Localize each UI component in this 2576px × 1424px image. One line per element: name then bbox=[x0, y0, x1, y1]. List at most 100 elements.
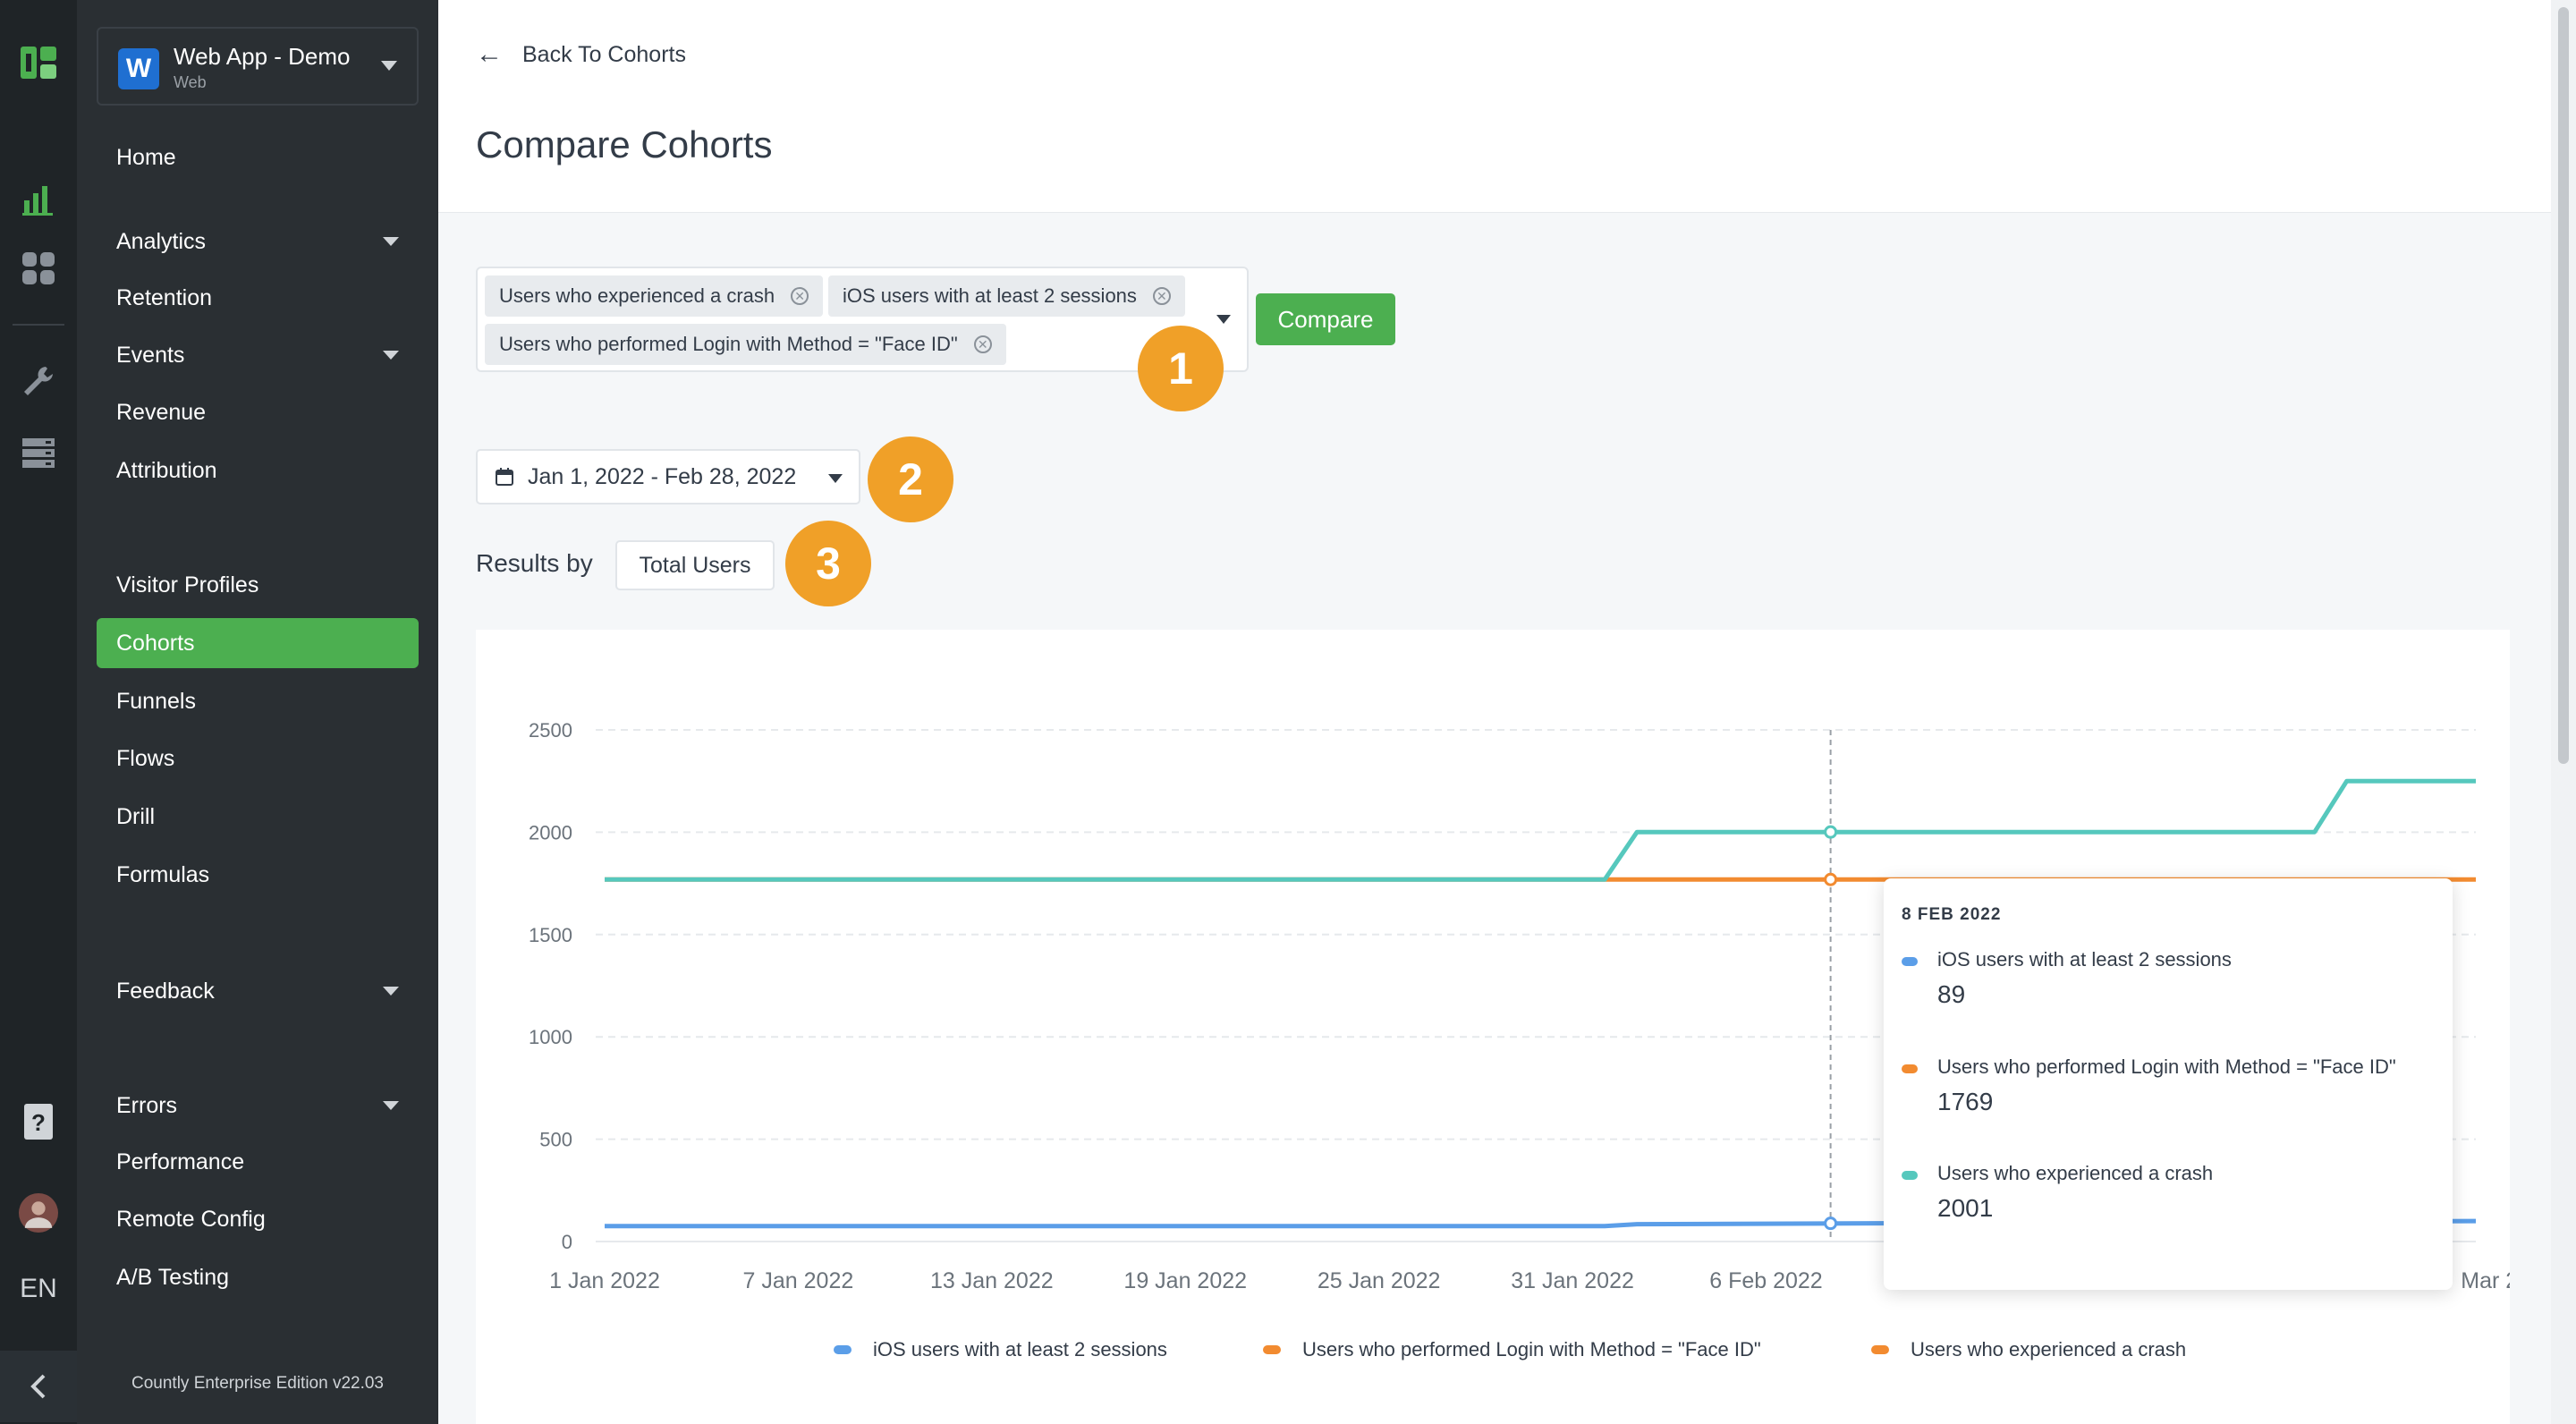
analytics-chart-icon[interactable] bbox=[19, 179, 58, 218]
scrollbar-thumb[interactable] bbox=[2558, 7, 2569, 764]
sidebar: W Web App - Demo Web Home Analytics Rete… bbox=[77, 0, 438, 1424]
x-tick-label: 1 Jan 2022 bbox=[549, 1268, 660, 1293]
language-selector[interactable]: EN bbox=[0, 1274, 77, 1304]
cohort-chip: iOS users with at least 2 sessions ✕ bbox=[828, 275, 1185, 317]
y-tick-label: 0 bbox=[562, 1231, 572, 1253]
tooltip-row-label: iOS users with at least 2 sessions bbox=[1937, 948, 2232, 971]
sidebar-item-label: Errors bbox=[116, 1092, 178, 1118]
back-link[interactable]: ← Back To Cohorts bbox=[476, 39, 686, 70]
page-header: ← Back To Cohorts Compare Cohorts bbox=[438, 0, 2551, 213]
sidebar-item-retention[interactable]: Retention bbox=[97, 273, 419, 323]
hover-point bbox=[1824, 872, 1838, 886]
step-badge-2: 2 bbox=[868, 437, 953, 522]
back-link-label: Back To Cohorts bbox=[522, 41, 686, 67]
help-document-icon[interactable]: ? bbox=[19, 1102, 58, 1141]
sidebar-item-flows[interactable]: Flows bbox=[97, 733, 419, 784]
compare-button[interactable]: Compare bbox=[1256, 293, 1395, 345]
remove-chip-icon[interactable]: ✕ bbox=[791, 287, 809, 305]
chart-tooltip: 8 FEB 2022 iOS users with at least 2 ses… bbox=[1884, 878, 2453, 1290]
results-by-label: Results by bbox=[476, 549, 593, 577]
legend-item[interactable]: iOS users with at least 2 sessions bbox=[834, 1336, 1167, 1363]
series-color-dot bbox=[1902, 957, 1918, 966]
chevron-down-icon bbox=[383, 351, 399, 360]
chevron-down-icon bbox=[381, 61, 397, 71]
chevron-down-icon bbox=[383, 237, 399, 246]
chevron-down-icon bbox=[383, 1101, 399, 1110]
sidebar-item-label: Home bbox=[116, 144, 176, 170]
legend-color-dot bbox=[1871, 1345, 1889, 1354]
y-tick-label: 1000 bbox=[529, 1026, 572, 1048]
tooltip-row-value: 2001 bbox=[1937, 1194, 1994, 1222]
tooltip-row-value: 1769 bbox=[1937, 1088, 1994, 1115]
chevron-down-icon bbox=[828, 474, 843, 483]
cohort-multiselect[interactable]: Users who experienced a crash ✕ iOS user… bbox=[476, 267, 1249, 372]
x-tick-label: 25 Jan 2022 bbox=[1318, 1268, 1441, 1293]
legend-item[interactable]: Users who experienced a crash bbox=[1871, 1336, 2186, 1363]
sidebar-item-performance[interactable]: Performance bbox=[97, 1137, 419, 1187]
sidebar-item-feedback[interactable]: Feedback bbox=[97, 966, 419, 1016]
sidebar-item-remote-config[interactable]: Remote Config bbox=[97, 1194, 419, 1244]
chip-label: iOS users with at least 2 sessions bbox=[843, 284, 1137, 307]
step-badge-1: 1 bbox=[1138, 326, 1224, 411]
sidebar-item-attribution[interactable]: Attribution bbox=[97, 445, 419, 496]
date-range-label: Jan 1, 2022 - Feb 28, 2022 bbox=[528, 463, 797, 489]
sidebar-item-cohorts[interactable]: Cohorts bbox=[97, 618, 419, 668]
chip-label: Users who performed Login with Method = … bbox=[499, 333, 958, 355]
sidebar-item-label: Revenue bbox=[116, 399, 207, 425]
sidebar-item-label: Retention bbox=[116, 284, 213, 310]
page-scrollbar[interactable] bbox=[2551, 0, 2576, 1424]
countly-logo-icon[interactable] bbox=[19, 43, 58, 82]
remove-chip-icon[interactable]: ✕ bbox=[973, 335, 992, 353]
legend-item[interactable]: Users who performed Login with Method = … bbox=[1263, 1336, 1761, 1363]
sidebar-item-ab-testing[interactable]: A/B Testing bbox=[97, 1252, 419, 1302]
app-logo: W bbox=[118, 48, 159, 89]
sidebar-item-formulas[interactable]: Formulas bbox=[97, 850, 419, 900]
sidebar-item-analytics[interactable]: Analytics bbox=[97, 216, 419, 267]
wrench-icon[interactable] bbox=[19, 361, 58, 401]
sidebar-item-events[interactable]: Events bbox=[97, 330, 419, 380]
legend-color-dot bbox=[1263, 1345, 1281, 1354]
step-badge-3: 3 bbox=[785, 521, 871, 606]
results-by-select[interactable]: Total Users bbox=[615, 540, 775, 590]
chart-card: 2500 2000 1500 1000 500 0 1 Jan 2022 7 Jan 2022… bbox=[476, 630, 2510, 1424]
date-range-picker[interactable]: Jan 1, 2022 - Feb 28, 2022 bbox=[476, 449, 860, 504]
sidebar-item-label: Events bbox=[116, 342, 185, 368]
sidebar-item-label: Attribution bbox=[116, 457, 217, 483]
sidebar-item-errors[interactable]: Errors bbox=[97, 1081, 419, 1131]
dashboard-grid-icon[interactable] bbox=[19, 249, 58, 288]
database-icon[interactable] bbox=[19, 433, 58, 472]
app-platform: Web bbox=[174, 73, 207, 91]
app-name: Web App - Demo bbox=[174, 43, 351, 70]
sidebar-item-label: A/B Testing bbox=[116, 1264, 230, 1290]
sidebar-item-drill[interactable]: Drill bbox=[97, 792, 419, 842]
y-tick-label: 2500 bbox=[529, 719, 572, 742]
app-selector[interactable]: W Web App - Demo Web bbox=[97, 27, 419, 106]
sidebar-item-home[interactable]: Home bbox=[97, 132, 419, 182]
edition-label: Countly Enterprise Edition v22.03 bbox=[131, 1374, 384, 1393]
legend-color-dot bbox=[834, 1345, 852, 1354]
sidebar-item-revenue[interactable]: Revenue bbox=[97, 387, 419, 437]
x-tick-label: 7 Jan 2022 bbox=[743, 1268, 854, 1293]
calendar-icon bbox=[496, 468, 513, 486]
sidebar-item-funnels[interactable]: Funnels bbox=[97, 676, 419, 726]
cohort-chip: Users who performed Login with Method = … bbox=[485, 324, 1006, 365]
x-tick-label: 19 Jan 2022 bbox=[1123, 1268, 1247, 1293]
page-title: Compare Cohorts bbox=[476, 123, 773, 165]
sidebar-item-label: Funnels bbox=[116, 688, 196, 714]
chevron-down-icon[interactable] bbox=[1216, 315, 1231, 324]
tooltip-row-label: Users who performed Login with Method = … bbox=[1937, 1055, 2396, 1078]
x-tick-label: 6 Feb 2022 bbox=[1709, 1268, 1823, 1293]
legend-label: Users who performed Login with Method = … bbox=[1302, 1338, 1761, 1360]
tooltip-date: 8 FEB 2022 bbox=[1902, 905, 2002, 924]
series-color-dot bbox=[1902, 1171, 1918, 1180]
tooltip-row-label: Users who experienced a crash bbox=[1937, 1162, 2214, 1184]
remove-chip-icon[interactable]: ✕ bbox=[1152, 287, 1171, 305]
y-tick-label: 1500 bbox=[529, 924, 572, 946]
x-tick-label: 13 Jan 2022 bbox=[930, 1268, 1054, 1293]
sidebar-item-visitor-profiles[interactable]: Visitor Profiles bbox=[97, 560, 419, 610]
icon-rail: ? EN bbox=[0, 0, 77, 1424]
sidebar-item-label: Feedback bbox=[116, 978, 215, 1004]
collapse-sidebar-button[interactable] bbox=[0, 1351, 77, 1422]
user-avatar[interactable] bbox=[19, 1193, 58, 1233]
sidebar-item-label: Performance bbox=[116, 1149, 245, 1174]
